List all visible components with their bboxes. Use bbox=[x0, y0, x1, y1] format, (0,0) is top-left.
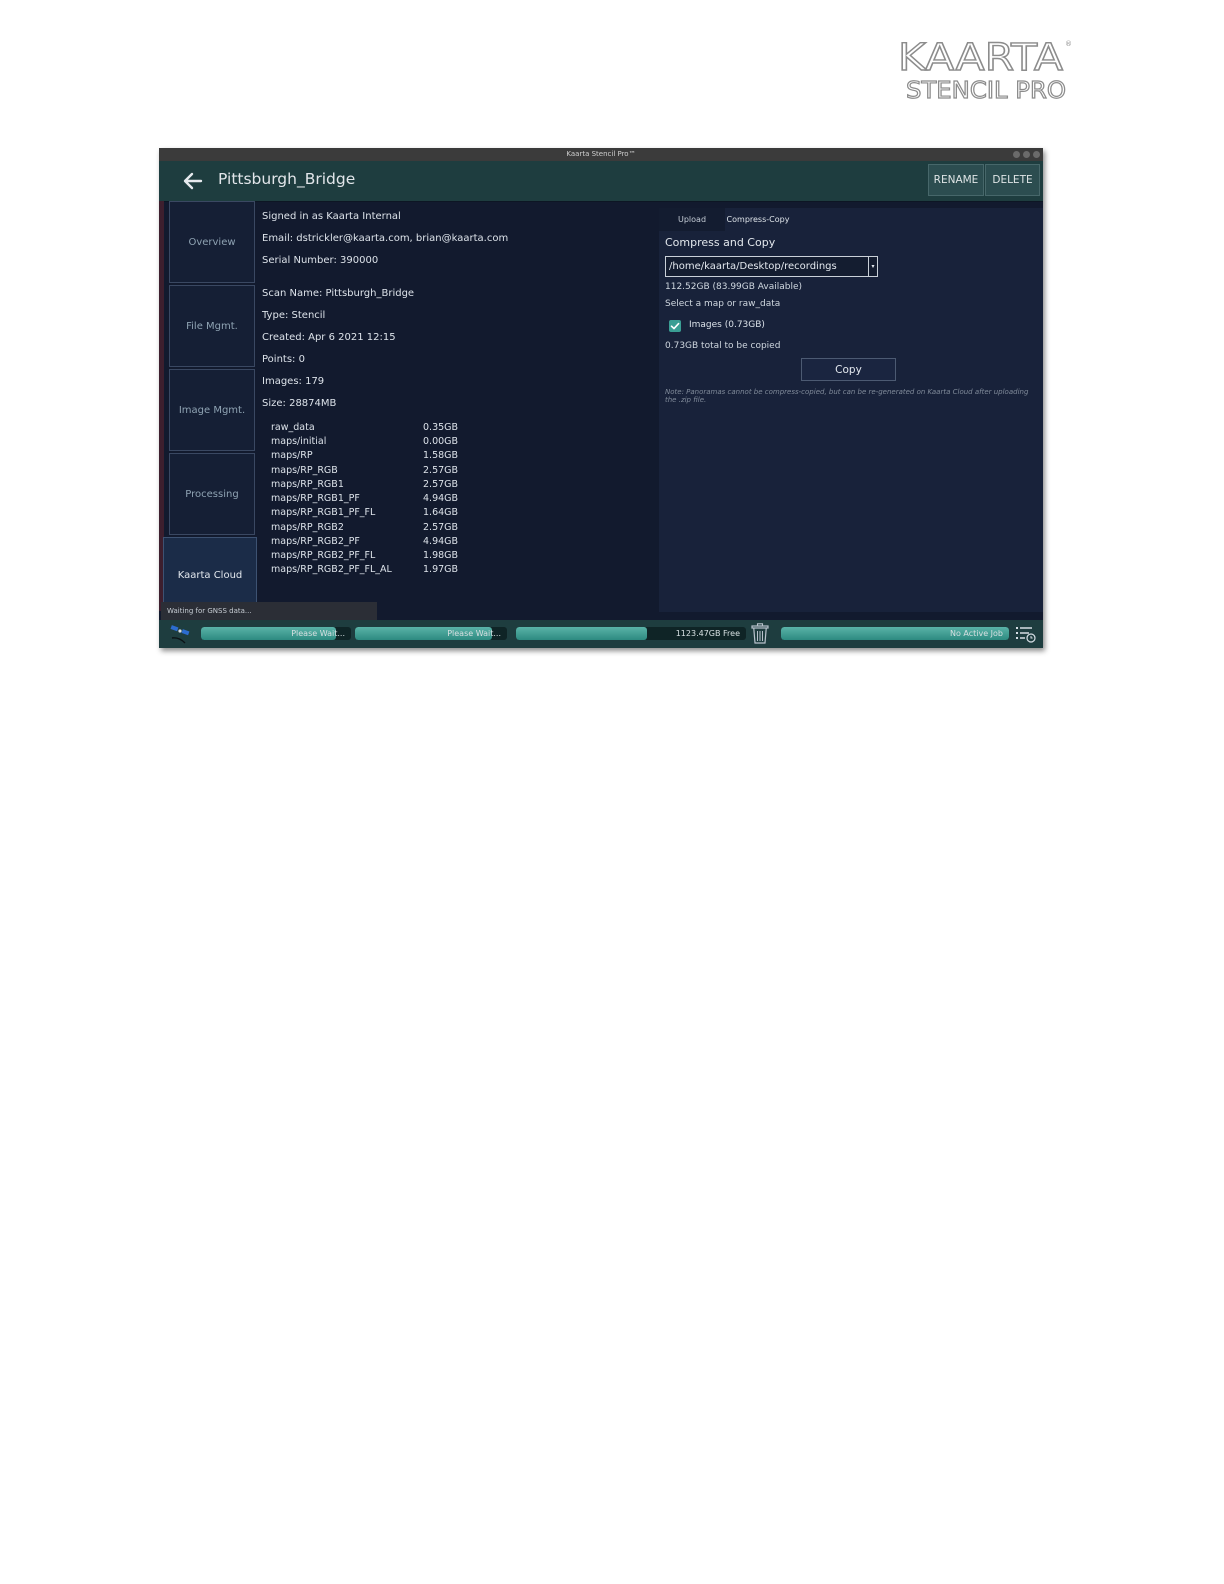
maximize-button[interactable] bbox=[1023, 151, 1030, 158]
size-row-value: 4.94GB bbox=[423, 493, 459, 504]
minimize-button[interactable] bbox=[1013, 151, 1020, 158]
progress-bar-1: Please Wait... bbox=[201, 627, 351, 640]
size-row-value: 0.00GB bbox=[423, 436, 459, 447]
disk-space-bar: 1123.47GB Free bbox=[516, 627, 746, 640]
satellite-icon[interactable] bbox=[169, 623, 193, 645]
progress-label-2: Please Wait... bbox=[447, 629, 501, 638]
job-progress-bar: No Active Job bbox=[781, 627, 1009, 640]
progress-bar-2: Please Wait... bbox=[355, 627, 507, 640]
size-row-value: 1.97GB bbox=[423, 564, 459, 575]
total-to-copy-text: 0.73GB total to be copied bbox=[665, 341, 781, 351]
trash-icon[interactable] bbox=[751, 623, 769, 644]
panorama-note: Note: Panoramas cannot be compress-copie… bbox=[665, 388, 1029, 404]
logo-registered: ® bbox=[1065, 40, 1072, 48]
tab-compress-copy[interactable]: Compress-Copy bbox=[725, 208, 791, 231]
size-row-name: maps/RP_RGB2_PF bbox=[271, 536, 360, 547]
size-row-name: maps/initial bbox=[271, 436, 327, 447]
size-row-value: 2.57GB bbox=[423, 522, 459, 533]
sidebar-item-processing[interactable]: Processing bbox=[169, 453, 255, 535]
delete-button[interactable]: DELETE bbox=[985, 164, 1040, 196]
sidebar-item-label: Kaarta Cloud bbox=[177, 569, 243, 581]
size-row-name: maps/RP bbox=[271, 450, 313, 461]
scan-type-text: Type: Stencil bbox=[262, 310, 326, 321]
size-text: Size: 28874MB bbox=[262, 398, 337, 409]
size-row-value: 1.98GB bbox=[423, 550, 459, 561]
size-row-value: 2.57GB bbox=[423, 479, 459, 490]
job-list-icon[interactable] bbox=[1015, 625, 1037, 643]
page-title: Pittsburgh_Bridge bbox=[218, 170, 356, 188]
back-arrow-icon[interactable] bbox=[181, 169, 205, 193]
images-checkbox[interactable] bbox=[669, 320, 681, 332]
sidebar-item-label: File Mgmt. bbox=[186, 320, 238, 332]
sidebar-item-overview[interactable]: Overview bbox=[169, 201, 255, 283]
images-text: Images: 179 bbox=[262, 376, 325, 387]
size-row-name: maps/RP_RGB1 bbox=[271, 479, 344, 490]
size-row-name: maps/RP_RGB1_PF_FL bbox=[271, 507, 376, 518]
kaarta-stencil-pro-logo: KAARTA ® STENCIL PRO bbox=[898, 36, 1073, 102]
size-row-value: 4.94GB bbox=[423, 536, 459, 547]
header-bar: Pittsburgh_Bridge RENAME DELETE bbox=[159, 161, 1043, 202]
size-row-name: maps/RP_RGB2_PF_FL_AL bbox=[271, 564, 392, 575]
size-row-name: raw_data bbox=[271, 422, 315, 433]
logo-line1: KAARTA bbox=[898, 36, 1063, 79]
disk-space-label: 1123.47GB Free bbox=[675, 629, 740, 638]
compress-copy-title: Compress and Copy bbox=[665, 236, 776, 249]
size-row-value: 0.35GB bbox=[423, 422, 459, 433]
rename-button[interactable]: RENAME bbox=[928, 164, 984, 196]
window-controls bbox=[1013, 151, 1040, 158]
sidebar-item-file-mgmt[interactable]: File Mgmt. bbox=[169, 285, 255, 367]
size-row-value: 1.58GB bbox=[423, 450, 459, 461]
email-text: Email: dstrickler@kaarta.com, brian@kaar… bbox=[262, 233, 509, 244]
size-row-name: maps/RP_RGB1_PF bbox=[271, 493, 360, 504]
tab-upload[interactable]: Upload bbox=[659, 208, 725, 231]
gnss-status: Waiting for GNSS data... bbox=[161, 602, 377, 620]
close-button[interactable] bbox=[1033, 151, 1040, 158]
status-bar: Please Wait... Please Wait... 1123.47GB … bbox=[159, 620, 1043, 648]
size-row-name: maps/RP_RGB bbox=[271, 465, 338, 476]
destination-path-select[interactable]: /home/kaarta/Desktop/recordings ▾ bbox=[665, 256, 878, 277]
select-prompt-text: Select a map or raw_data bbox=[665, 299, 781, 309]
sidebar-item-label: Image Mgmt. bbox=[178, 404, 246, 416]
app-window: Kaarta Stencil Pro™ Pittsburgh_Bridge RE… bbox=[159, 148, 1043, 648]
scan-name-text: Scan Name: Pittsburgh_Bridge bbox=[262, 288, 415, 299]
dropdown-arrow-icon[interactable]: ▾ bbox=[868, 257, 877, 276]
window-titlebar: Kaarta Stencil Pro™ bbox=[159, 148, 1043, 161]
sidebar-item-label: Overview bbox=[188, 236, 236, 248]
size-row-name: maps/RP_RGB2 bbox=[271, 522, 344, 533]
window-title: Kaarta Stencil Pro™ bbox=[566, 150, 636, 158]
signed-in-text: Signed in as Kaarta Internal bbox=[262, 211, 401, 222]
sidebar-item-label: Processing bbox=[185, 488, 239, 500]
progress-label-1: Please Wait... bbox=[291, 629, 345, 638]
job-progress-label: No Active Job bbox=[949, 629, 1003, 638]
sidebar-item-kaarta-cloud[interactable]: Kaarta Cloud bbox=[163, 537, 257, 612]
size-row-name: maps/RP_RGB2_PF_FL bbox=[271, 550, 376, 561]
size-row-value: 1.64GB bbox=[423, 507, 459, 518]
copy-button[interactable]: Copy bbox=[801, 358, 896, 381]
disk-space-fill bbox=[516, 627, 648, 640]
images-option-label: Images (0.73GB) bbox=[689, 320, 765, 330]
destination-path-value: /home/kaarta/Desktop/recordings bbox=[669, 261, 837, 272]
size-row-value: 2.57GB bbox=[423, 465, 459, 476]
sidebar-item-image-mgmt[interactable]: Image Mgmt. bbox=[169, 369, 255, 451]
checkmark-icon bbox=[670, 322, 680, 330]
serial-number-text: Serial Number: 390000 bbox=[262, 255, 379, 266]
logo-line2: STENCIL PRO bbox=[906, 78, 1066, 102]
available-space-text: 112.52GB (83.99GB Available) bbox=[665, 282, 803, 292]
points-text: Points: 0 bbox=[262, 354, 305, 365]
created-text: Created: Apr 6 2021 12:15 bbox=[262, 332, 396, 343]
